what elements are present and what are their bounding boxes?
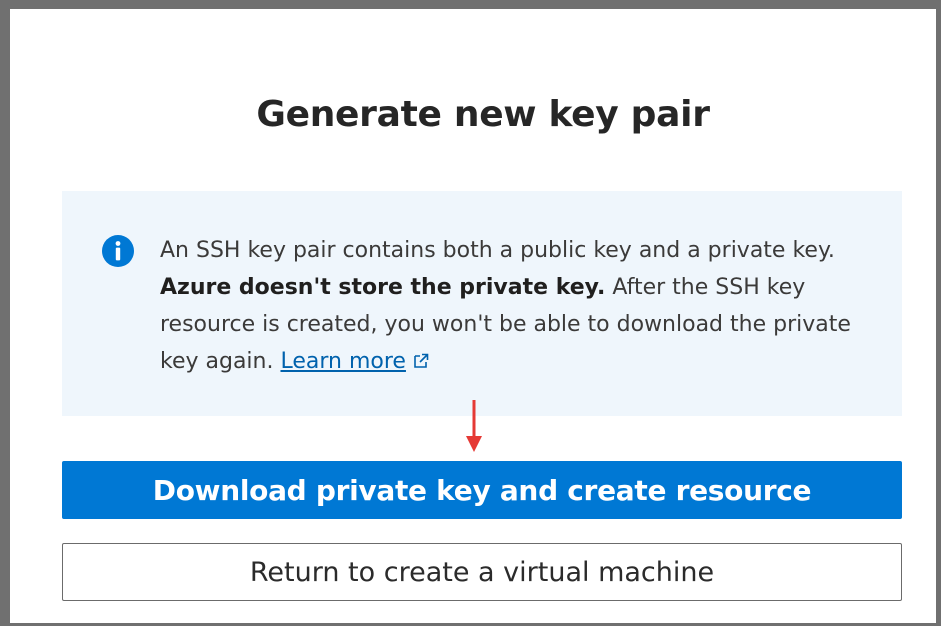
return-to-create-vm-button[interactable]: Return to create a virtual machine — [62, 543, 902, 601]
download-private-key-button[interactable]: Download private key and create resource — [62, 461, 902, 519]
info-text-part1: An SSH key pair contains both a public k… — [160, 238, 835, 263]
info-icon — [102, 235, 134, 267]
external-link-icon[interactable] — [412, 352, 430, 370]
info-message-text: An SSH key pair contains both a public k… — [160, 232, 880, 380]
info-message-bar: An SSH key pair contains both a public k… — [62, 191, 902, 416]
learn-more-link[interactable]: Learn more — [280, 349, 405, 374]
dialog-title: Generate new key pair — [256, 94, 710, 135]
red-down-arrow-icon — [466, 400, 482, 452]
info-text-bold: Azure doesn't store the private key. — [160, 275, 606, 300]
